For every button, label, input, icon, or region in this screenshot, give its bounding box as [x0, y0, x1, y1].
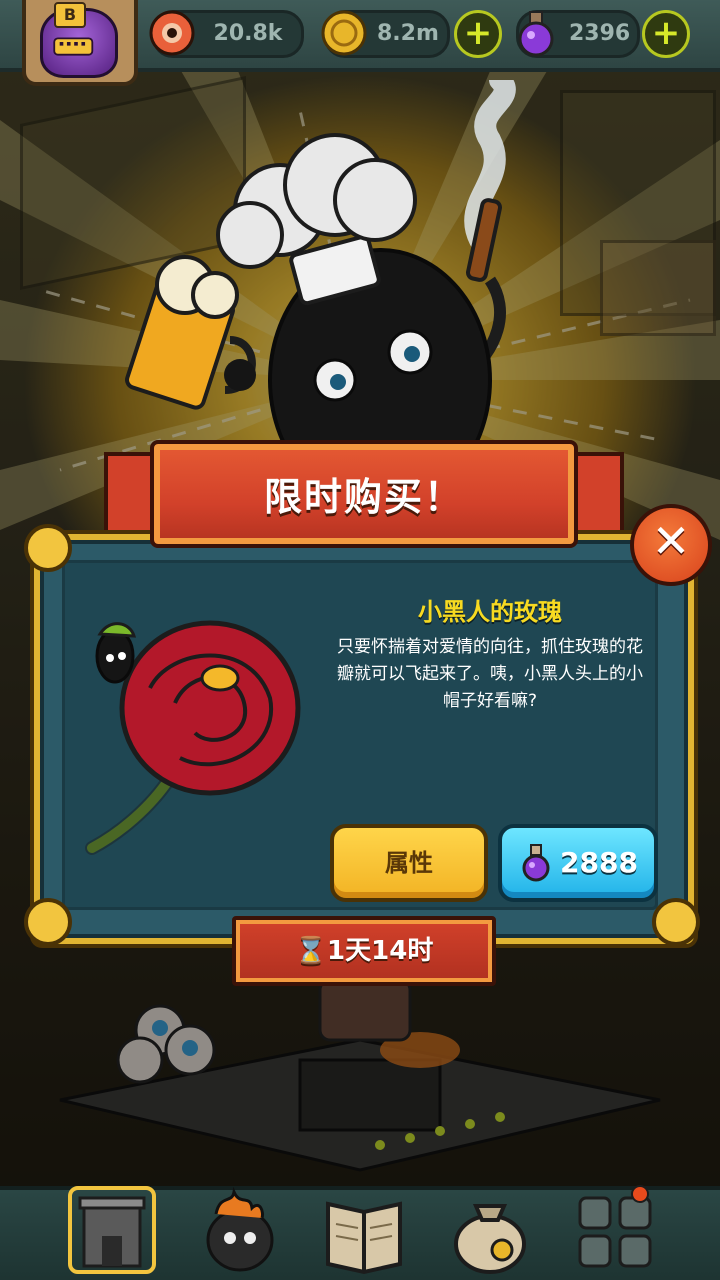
potion-counter: 2396 — [516, 10, 640, 58]
purple-potion-icon — [522, 844, 550, 882]
hourglass-icon: ⌛ — [294, 936, 328, 966]
building-icon — [68, 1186, 156, 1274]
panel-corner-ornament — [24, 524, 72, 572]
close-icon: ✕ — [651, 514, 691, 568]
panel-corner-ornament — [652, 898, 700, 946]
banner-title: 限时购买！ — [263, 475, 464, 519]
add-gold-button[interactable]: + — [454, 10, 502, 58]
nav-money-bag-button[interactable] — [440, 1184, 540, 1276]
item-name: 小黑人的玫瑰 — [418, 598, 562, 626]
timer-text: ⌛1天14时 — [236, 920, 492, 982]
attributes-button[interactable]: 属性 — [330, 824, 488, 902]
nav-furnace-button[interactable] — [190, 1184, 290, 1276]
eyeball-count: 20.8k — [213, 21, 283, 46]
book-icon — [326, 1201, 402, 1275]
eyeball-counter: 20.8k — [149, 10, 304, 58]
money-bag-icon — [454, 1204, 526, 1274]
rank-badge: B — [54, 2, 86, 28]
potion-count: 2396 — [569, 21, 631, 46]
furnace-character-icon — [206, 1186, 274, 1272]
offer-banner: 限时购买！ — [150, 440, 578, 548]
item-description: 只要怀揣着对爱情的向往，抓住玫瑰的花瓣就可以飞起来了。咦，小黑人头上的小帽子好看… — [337, 637, 643, 711]
buy-button[interactable]: 2888 — [498, 824, 658, 902]
offer-timer: ⌛1天14时 — [232, 916, 496, 986]
grid-menu-icon — [578, 1185, 652, 1268]
nav-grid-menu-button[interactable] — [566, 1184, 666, 1276]
gold-coin-icon — [321, 10, 367, 56]
price-label: 2888 — [560, 846, 638, 879]
bg-kitchen-scene — [59, 978, 661, 1172]
eyeball-icon — [149, 10, 195, 56]
chef-character-illustration — [125, 80, 516, 480]
bg-picture-frame — [600, 240, 716, 336]
gold-count: 8.2m — [377, 21, 439, 46]
rose-item-image — [85, 620, 301, 855]
nav-building-button[interactable] — [62, 1184, 162, 1276]
purple-potion-icon — [518, 11, 554, 57]
game-screen: 20.8k 8.2m + 2396 + B 限时购买！ 小黑人的玫瑰 只要怀揣着… — [0, 0, 720, 1280]
add-potion-button[interactable]: + — [642, 10, 690, 58]
gold-counter: 8.2m — [321, 10, 450, 58]
timer-value: 1天14时 — [327, 936, 434, 966]
profile-avatar-button[interactable]: B — [22, 0, 138, 86]
nav-book-button[interactable] — [314, 1184, 414, 1276]
close-button[interactable]: ✕ — [630, 504, 712, 586]
panel-corner-ornament — [24, 898, 72, 946]
